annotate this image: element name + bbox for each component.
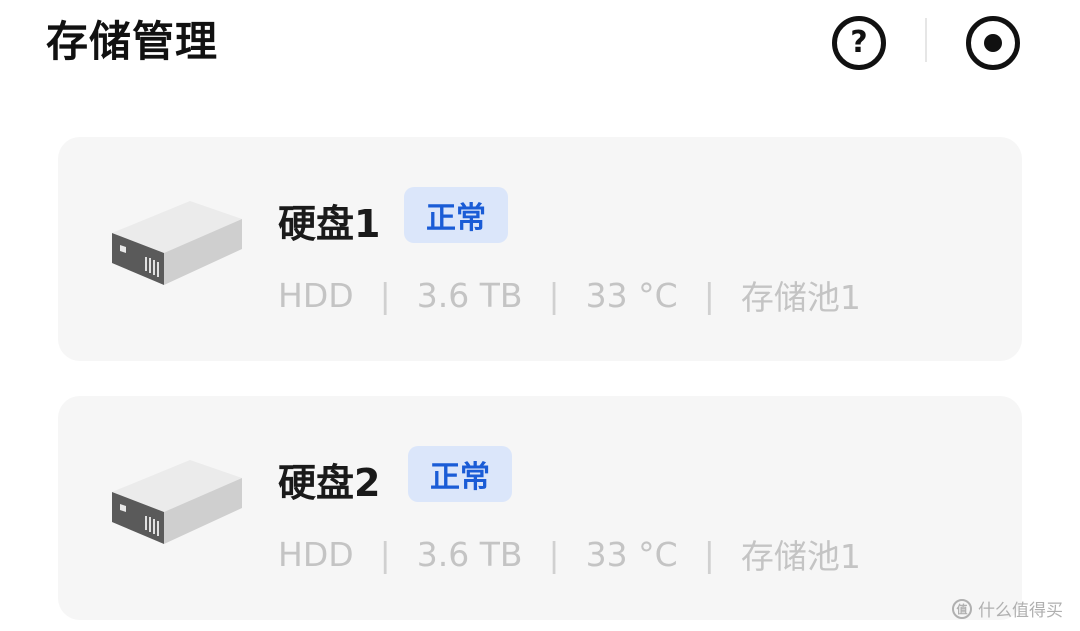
disk-card-2[interactable]: 硬盘2 正常 HDD | 3.6 TB | 33 °C | 存储池1	[58, 396, 1022, 620]
disk-type: HDD	[278, 534, 354, 574]
disk-name: 硬盘1	[278, 202, 381, 246]
disk-meta: HDD | 3.6 TB | 33 °C | 存储池1	[278, 530, 861, 578]
watermark-text: 什么值得买	[978, 601, 1063, 621]
watermark: 值 什么值得买	[952, 596, 1063, 621]
disk-pool: 存储池1	[740, 278, 861, 317]
separator: |	[548, 275, 560, 315]
separator: |	[703, 534, 715, 574]
status-badge: 正常	[404, 187, 508, 243]
record-circle-icon	[984, 34, 1002, 52]
hard-drive-icon	[112, 201, 242, 285]
header-divider	[925, 18, 927, 62]
disk-type: HDD	[278, 275, 354, 315]
page-title: 存储管理	[46, 17, 219, 66]
question-circle-icon: ?	[850, 25, 868, 60]
hard-drive-icon	[112, 460, 242, 544]
separator: |	[703, 275, 715, 315]
watermark-icon: 值	[952, 598, 972, 619]
record-button[interactable]	[966, 16, 1020, 70]
disk-temperature: 33 °C	[585, 534, 678, 574]
separator: |	[548, 534, 560, 574]
help-button[interactable]: ?	[832, 16, 886, 70]
disk-pool: 存储池1	[740, 537, 861, 576]
disk-temperature: 33 °C	[585, 275, 678, 315]
status-badge: 正常	[408, 446, 512, 502]
disk-card-1[interactable]: 硬盘1 正常 HDD | 3.6 TB | 33 °C | 存储池1	[58, 137, 1022, 361]
disk-capacity: 3.6 TB	[416, 275, 523, 315]
separator: |	[379, 275, 391, 315]
separator: |	[379, 534, 391, 574]
disk-name: 硬盘2	[278, 461, 381, 505]
disk-capacity: 3.6 TB	[416, 534, 523, 574]
disk-meta: HDD | 3.6 TB | 33 °C | 存储池1	[278, 271, 861, 319]
header: 存储管理 ?	[0, 0, 1080, 100]
